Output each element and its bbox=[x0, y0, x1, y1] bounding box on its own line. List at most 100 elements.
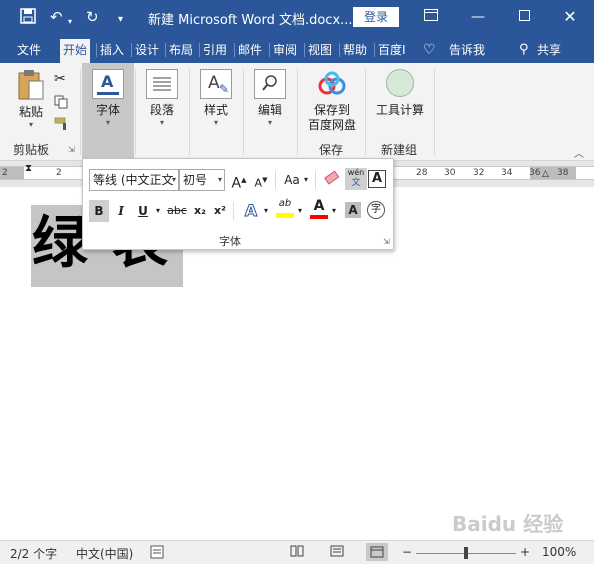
underline-button[interactable]: U bbox=[135, 200, 151, 222]
divider bbox=[315, 171, 316, 189]
character-border-button[interactable]: A bbox=[368, 170, 386, 188]
clipboard-group-label: 剪贴板 bbox=[13, 143, 50, 157]
save-group-label: 保存 bbox=[319, 143, 344, 157]
character-border-label: A bbox=[371, 171, 383, 186]
copy-icon[interactable] bbox=[54, 95, 68, 112]
ribbon: 粘贴 ▾ ✂ 剪贴板 ⇲ A 字体 ▾ 段落 ▾ A ✎ 样式 ▾ 编辑 ▾ 保… bbox=[0, 63, 594, 161]
macro-icon[interactable] bbox=[150, 545, 164, 562]
lightbulb-icon[interactable]: ♡ bbox=[420, 39, 439, 63]
phonetic-guide-button[interactable]: wén 文 bbox=[345, 168, 367, 190]
bold-button[interactable]: B bbox=[89, 200, 109, 222]
change-case-button[interactable]: Aa bbox=[281, 169, 303, 191]
zoom-slider-thumb[interactable] bbox=[464, 547, 468, 559]
tab-home[interactable]: 开始 bbox=[60, 39, 91, 63]
chevron-down-icon[interactable]: ▾ bbox=[153, 200, 163, 222]
strikethrough-button[interactable]: abc bbox=[165, 200, 189, 222]
paste-button[interactable]: 粘贴 ▾ bbox=[12, 69, 50, 129]
zoom-level[interactable]: 100% bbox=[542, 545, 576, 559]
font-color-button[interactable]: A bbox=[309, 197, 329, 219]
close-icon[interactable]: ✕ bbox=[557, 6, 583, 28]
web-layout-icon[interactable] bbox=[366, 543, 388, 561]
ruler-number: 38 bbox=[557, 168, 569, 178]
editing-label: 编辑 bbox=[257, 103, 282, 117]
font-icon: A bbox=[92, 69, 124, 99]
dialog-launcher-icon[interactable]: ⇲ bbox=[68, 145, 75, 154]
ruler-number: 32 bbox=[473, 168, 485, 178]
undo-icon[interactable]: ↶ bbox=[50, 8, 63, 26]
document-char-1[interactable]: 绿 bbox=[32, 207, 88, 281]
subscript-button[interactable]: x₂ bbox=[191, 200, 209, 222]
ruler-number: 30 bbox=[444, 168, 456, 178]
read-mode-icon[interactable] bbox=[290, 545, 304, 560]
calc-circle-icon bbox=[386, 69, 414, 97]
tab-mailings[interactable]: 邮件 bbox=[235, 39, 265, 63]
tab-review[interactable]: 审阅 bbox=[270, 39, 300, 63]
zoom-out-button[interactable]: − bbox=[402, 545, 412, 559]
redo-icon[interactable]: ↻ bbox=[86, 8, 99, 26]
clear-format-icon[interactable] bbox=[321, 169, 343, 191]
login-button[interactable]: 登录 bbox=[353, 7, 399, 27]
tab-file[interactable]: 文件 bbox=[14, 39, 44, 63]
indent-marker-icon[interactable]: ⧗ bbox=[25, 163, 32, 174]
grow-font-button[interactable]: A▲ bbox=[231, 169, 247, 192]
tell-me-button[interactable]: 告诉我 bbox=[446, 39, 488, 63]
right-indent-marker-icon[interactable]: △ bbox=[542, 169, 549, 179]
tab-view[interactable]: 视图 bbox=[305, 39, 335, 63]
font-size-select[interactable]: 初号 ▾ bbox=[179, 169, 225, 191]
chevron-down-icon[interactable]: ▾ bbox=[301, 169, 311, 191]
styles-label: 样式 bbox=[203, 103, 228, 117]
document-title: 新建 Microsoft Word 文档.docx... bbox=[148, 13, 353, 28]
tab-layout[interactable]: 布局 bbox=[166, 39, 196, 63]
share-user-icon[interactable]: ⚲ bbox=[516, 39, 532, 63]
format-painter-icon[interactable] bbox=[54, 117, 70, 134]
dialog-launcher-icon[interactable]: ⇲ bbox=[383, 237, 390, 246]
chevron-down-icon: ▾ bbox=[267, 118, 272, 127]
chevron-down-icon: ▾ bbox=[217, 175, 222, 184]
ribbon-display-icon[interactable] bbox=[418, 6, 444, 28]
cut-icon[interactable]: ✂ bbox=[54, 71, 66, 87]
group-divider bbox=[434, 69, 435, 155]
save-icon[interactable] bbox=[20, 8, 36, 28]
text-effects-button[interactable]: A bbox=[241, 200, 261, 222]
font-name-select[interactable]: 等线 (中文正文 ▾ bbox=[89, 169, 179, 191]
chevron-down-icon: ▾ bbox=[28, 120, 33, 129]
underline-label: U bbox=[138, 204, 148, 218]
minimize-icon[interactable]: — bbox=[465, 6, 491, 28]
ribbon-tabs: 文件 开始 插入 设计 布局 引用 邮件 审阅 视图 帮助 百度I ♡ 告诉我 … bbox=[0, 35, 594, 63]
collapse-ribbon-icon[interactable]: ︿ bbox=[574, 145, 584, 160]
highlight-button[interactable]: ab bbox=[275, 197, 295, 219]
undo-dropdown-icon[interactable]: ▾ bbox=[68, 13, 72, 31]
paragraph-button[interactable]: 段落 ▾ bbox=[140, 69, 184, 127]
page-word-count[interactable]: 2/2 个字 bbox=[10, 545, 57, 562]
maximize-icon[interactable] bbox=[511, 6, 537, 28]
editing-button[interactable]: 编辑 ▾ bbox=[248, 69, 292, 127]
italic-button[interactable]: I bbox=[113, 200, 129, 222]
customize-icon[interactable]: ▾ bbox=[118, 11, 123, 29]
styles-button[interactable]: A ✎ 样式 ▾ bbox=[194, 69, 238, 127]
font-group-button[interactable]: A 字体 ▾ bbox=[82, 63, 134, 161]
tool-calc-button[interactable]: 工具计算 bbox=[372, 69, 428, 118]
styles-icon: A ✎ bbox=[200, 69, 232, 99]
chevron-down-icon[interactable]: ▾ bbox=[329, 200, 339, 222]
chevron-down-icon[interactable]: ▾ bbox=[261, 200, 271, 222]
save-to-baidu-button[interactable]: 保存到 百度网盘 bbox=[304, 69, 360, 133]
enclosed-character-label: 字 bbox=[371, 204, 381, 215]
zoom-in-button[interactable]: + bbox=[520, 545, 530, 559]
enclosed-character-button[interactable]: 字 bbox=[367, 201, 385, 219]
tab-references[interactable]: 引用 bbox=[200, 39, 230, 63]
ruler-number: 28 bbox=[416, 168, 428, 178]
shrink-font-button[interactable]: A▼ bbox=[253, 169, 269, 191]
tab-baidu[interactable]: 百度I bbox=[375, 39, 409, 63]
tab-insert[interactable]: 插入 bbox=[97, 39, 127, 63]
tab-help[interactable]: 帮助 bbox=[340, 39, 370, 63]
chevron-down-icon[interactable]: ▾ bbox=[295, 200, 305, 222]
language-status[interactable]: 中文(中国) bbox=[76, 545, 133, 562]
superscript-button[interactable]: x² bbox=[211, 200, 229, 222]
tab-design[interactable]: 设计 bbox=[132, 39, 162, 63]
character-shading-button[interactable]: A bbox=[345, 202, 361, 218]
text-effects-label: A bbox=[244, 201, 258, 221]
font-size-value: 初号 bbox=[183, 173, 208, 187]
italic-label: I bbox=[118, 204, 124, 218]
share-button[interactable]: 共享 bbox=[534, 39, 564, 63]
print-layout-icon[interactable] bbox=[330, 545, 344, 560]
